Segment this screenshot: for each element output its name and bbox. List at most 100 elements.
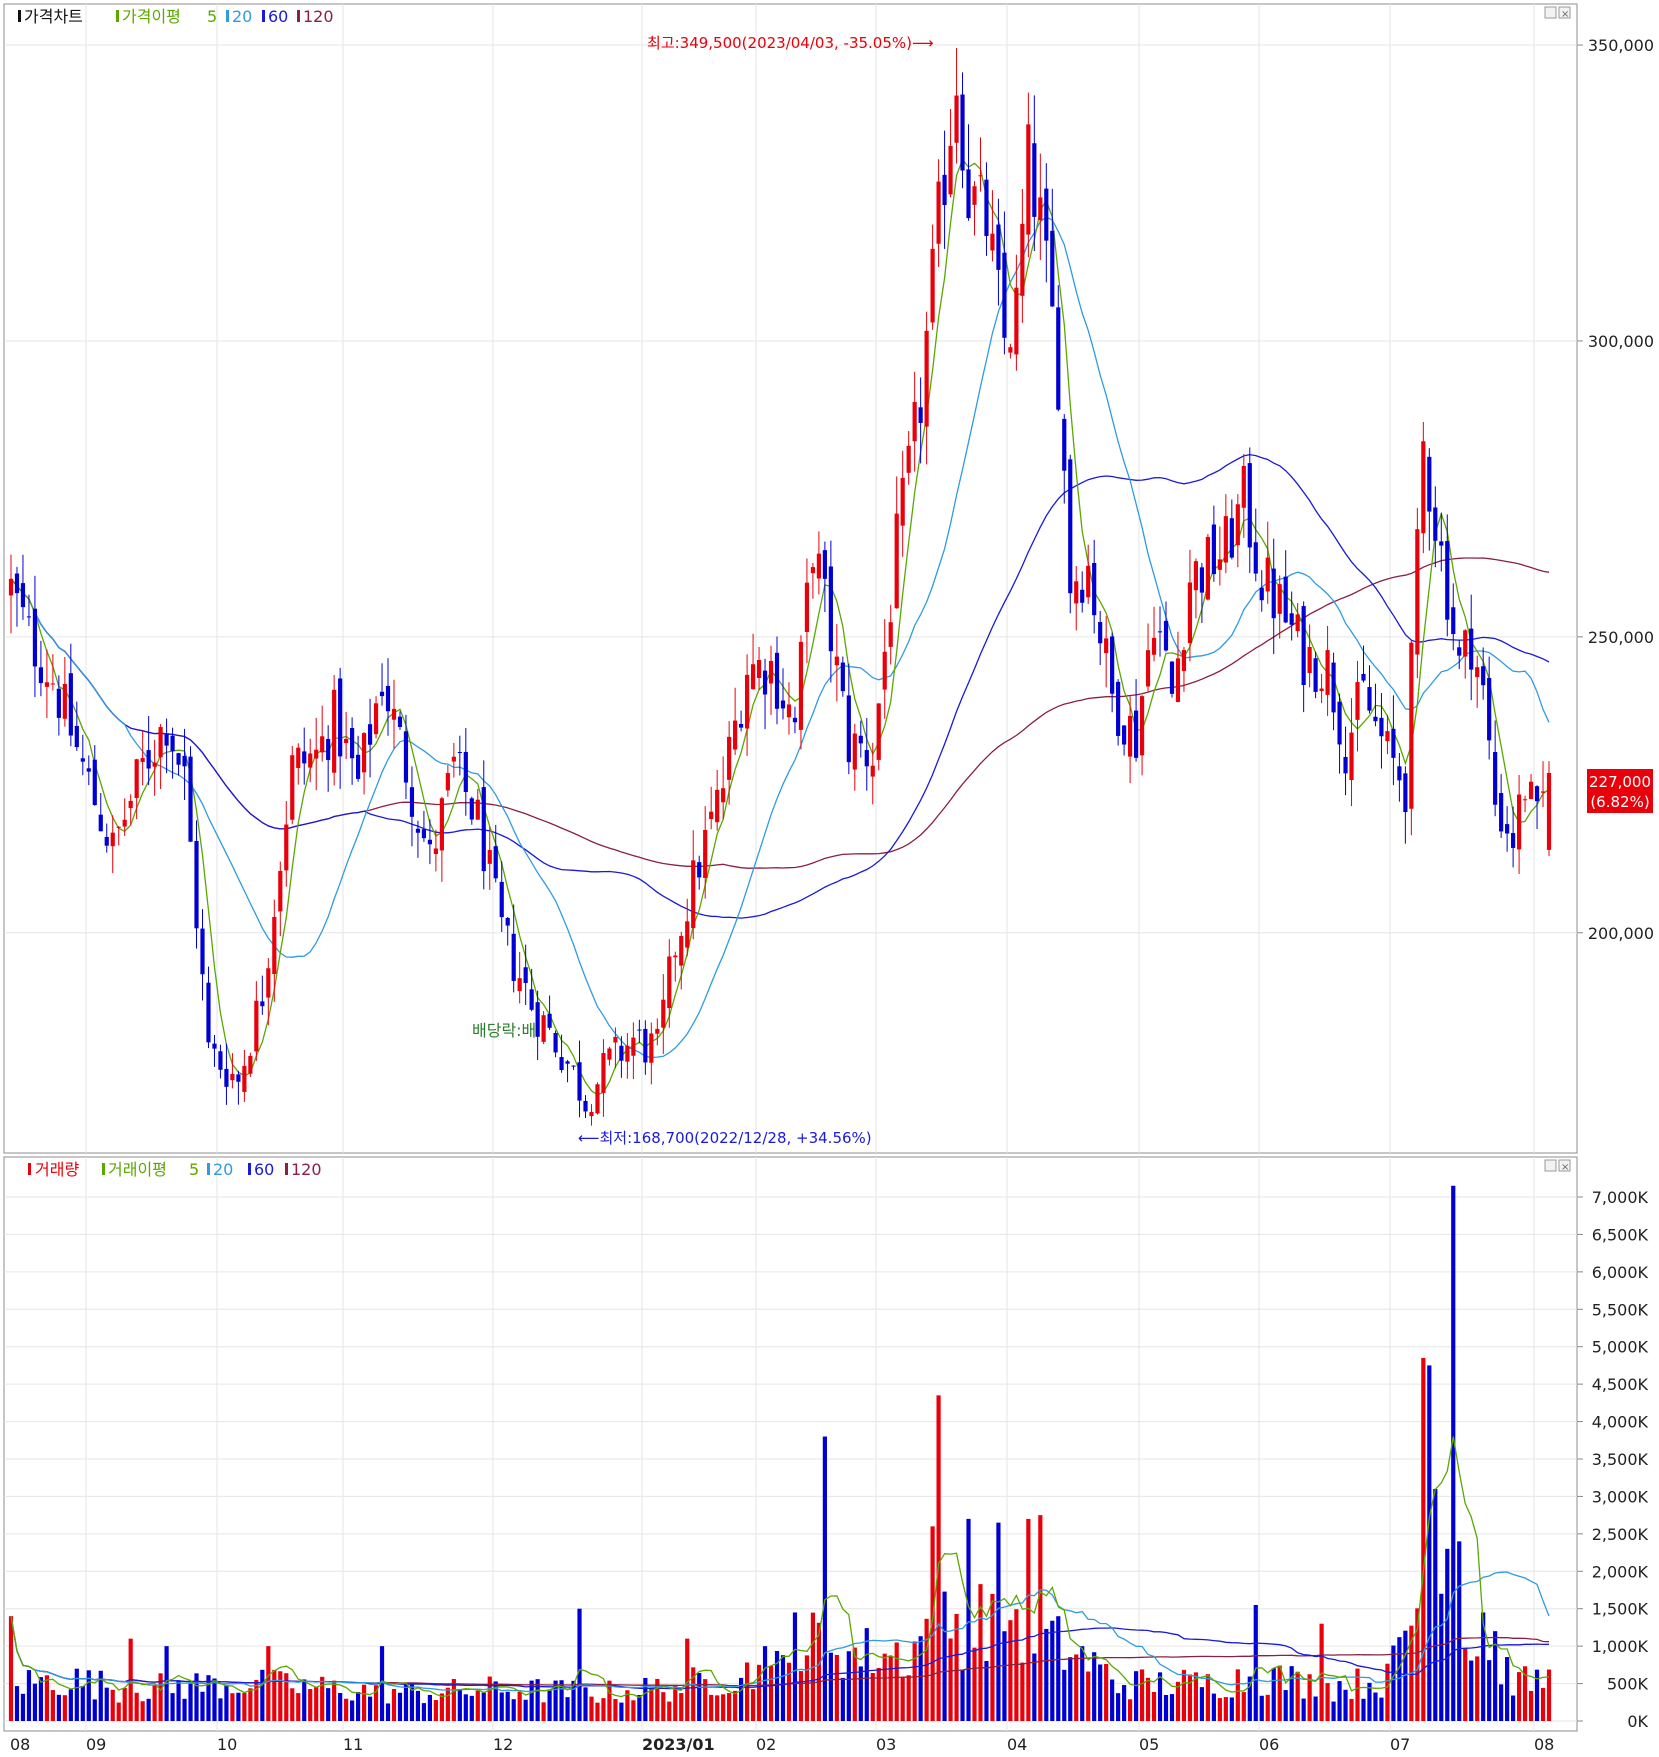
volume-bar (1445, 1548, 1450, 1721)
volume-bar (224, 1684, 229, 1721)
legend-marker-price (18, 10, 21, 22)
candle-body (529, 989, 534, 1010)
candle-body (236, 1074, 241, 1082)
candle-body (894, 513, 899, 609)
x-axis-label: 12 (493, 1735, 513, 1754)
candle-body (822, 550, 827, 579)
volume-tick-label: 6,000K (1592, 1263, 1649, 1282)
candle-body (278, 870, 283, 912)
candle-body (367, 724, 373, 745)
candle-body (427, 839, 433, 845)
candle-body (810, 567, 816, 574)
candle-body (1361, 673, 1366, 681)
volume-bar (230, 1693, 235, 1721)
candle-body (397, 716, 403, 728)
legend-marker-vol-ma60 (248, 1163, 251, 1175)
volume-bar (326, 1688, 331, 1721)
volume-bar (1487, 1660, 1492, 1721)
candle-body (385, 685, 391, 712)
legend-ma60[interactable]: 60 (268, 7, 288, 26)
volume-bar (673, 1685, 678, 1721)
candle-body (74, 725, 79, 748)
candle-body (1528, 781, 1534, 800)
candle-body (936, 181, 941, 244)
legend-vol-ma5[interactable]: 5 (189, 1160, 199, 1179)
volume-bar (1211, 1693, 1216, 1721)
volume-bar (846, 1651, 851, 1721)
candle-body (1169, 661, 1175, 694)
x-axis-label: 02 (756, 1735, 776, 1754)
volume-bar (996, 1522, 1001, 1721)
legend-price-ma[interactable]: 가격이평 (122, 7, 181, 26)
legend-volume[interactable]: 거래량 (35, 1160, 79, 1179)
candle-body (577, 1062, 582, 1101)
candle-body (56, 688, 61, 718)
volume-bar (1181, 1669, 1187, 1721)
candle-body (643, 1028, 648, 1063)
volume-bar (140, 1701, 145, 1721)
legend-vol-ma120[interactable]: 120 (291, 1160, 322, 1179)
candle-body (625, 1045, 630, 1062)
volume-bar (32, 1683, 38, 1721)
candle-body (1469, 628, 1474, 670)
volume-bar (715, 1695, 720, 1721)
volume-bar (433, 1700, 438, 1721)
minimize-button[interactable] (1544, 6, 1557, 19)
volume-bar (1337, 1681, 1342, 1721)
candle-body (361, 733, 367, 773)
volume-bar (1050, 1620, 1055, 1721)
candle-body (50, 683, 55, 685)
price-high-annotation: 최고:349,500(2023/04/03, -35.05%)⟶ (647, 34, 934, 52)
volume-bar (589, 1696, 594, 1721)
candle-body (511, 933, 516, 981)
candle-body (1319, 688, 1324, 692)
candle-body (930, 248, 935, 323)
legend-vol-ma20[interactable]: 20 (213, 1160, 233, 1179)
volume-bar (1259, 1695, 1264, 1721)
legend-ma120[interactable]: 120 (303, 7, 334, 26)
volume-bar (1199, 1687, 1205, 1721)
volume-bar (1175, 1681, 1181, 1721)
volume-bar (1044, 1628, 1049, 1721)
volume-bar (643, 1677, 648, 1721)
volume-bar (1349, 1698, 1354, 1721)
candle-body (505, 917, 510, 926)
legend-ma5[interactable]: 5 (207, 7, 217, 26)
volume-bar (1313, 1696, 1318, 1721)
price-legend[interactable]: 가격차트 가격이평 5 20 60 120 (18, 7, 334, 26)
candle-body (212, 1043, 217, 1049)
candle-body (595, 1084, 600, 1114)
candle-body (792, 717, 798, 723)
volume-bar (290, 1688, 295, 1721)
volume-bar (541, 1702, 546, 1721)
volume-bar (158, 1673, 163, 1721)
candle-body (164, 734, 169, 746)
legend-ma20[interactable]: 20 (232, 7, 252, 26)
candle-body (1205, 536, 1210, 600)
volume-bar (1379, 1697, 1384, 1721)
volume-tick-label: 1,500K (1592, 1600, 1649, 1619)
volume-bar (56, 1694, 61, 1721)
legend-volume-ma[interactable]: 거래이평 (108, 1160, 167, 1179)
volume-bar (487, 1676, 492, 1721)
volume-bar (900, 1677, 905, 1721)
candle-body (762, 670, 768, 695)
candle-body (1313, 658, 1318, 692)
volume-bar (1020, 1662, 1025, 1721)
price-tick-label: 300,000 (1588, 332, 1654, 351)
candle-body (882, 651, 887, 690)
candle-body (1546, 772, 1552, 850)
volume-bar (1110, 1679, 1115, 1721)
volume-bar (212, 1678, 217, 1721)
volume-bar (1038, 1515, 1043, 1721)
volume-minimize-button[interactable] (1544, 1159, 1557, 1172)
volume-bar (619, 1702, 624, 1721)
current-change: (6.82%) (1590, 793, 1649, 811)
candle-body (1074, 581, 1079, 604)
volume-tick-label: 6,500K (1592, 1225, 1649, 1244)
volume-bar (1505, 1657, 1510, 1721)
candle-body (816, 553, 821, 579)
legend-price-chart[interactable]: 가격차트 (24, 7, 83, 26)
legend-vol-ma60[interactable]: 60 (254, 1160, 274, 1179)
candle-body (1127, 715, 1133, 757)
